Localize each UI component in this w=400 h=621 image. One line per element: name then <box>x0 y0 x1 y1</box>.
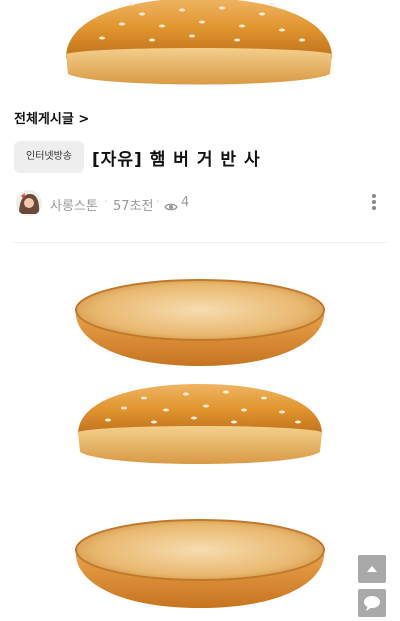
speech-bubble-icon <box>364 596 380 611</box>
caret-up-icon <box>367 566 377 572</box>
avatar[interactable] <box>16 190 42 216</box>
comment-button[interactable] <box>358 589 386 617</box>
meta-separator: · <box>156 195 161 210</box>
burger-image-1 <box>62 0 336 94</box>
divider <box>12 242 388 243</box>
breadcrumb[interactable]: 전체게시글 > <box>14 108 89 127</box>
burger-image-2 <box>74 276 326 370</box>
meta-separator: · <box>104 195 109 210</box>
board-badge[interactable]: 인터넷방송 <box>14 141 84 173</box>
post-title: [자유] 햄 버 거 반 사 <box>92 150 261 170</box>
more-options-button[interactable] <box>366 190 382 214</box>
post-time: 57초전 <box>113 199 154 214</box>
scroll-top-button[interactable] <box>358 555 386 583</box>
author-name[interactable]: 사롱스톤 <box>50 195 98 214</box>
eye-icon <box>164 197 178 216</box>
more-vertical-icon <box>372 194 376 210</box>
view-count: 4 <box>181 195 190 210</box>
burger-image-4 <box>74 514 326 612</box>
burger-image-3 <box>74 382 326 474</box>
